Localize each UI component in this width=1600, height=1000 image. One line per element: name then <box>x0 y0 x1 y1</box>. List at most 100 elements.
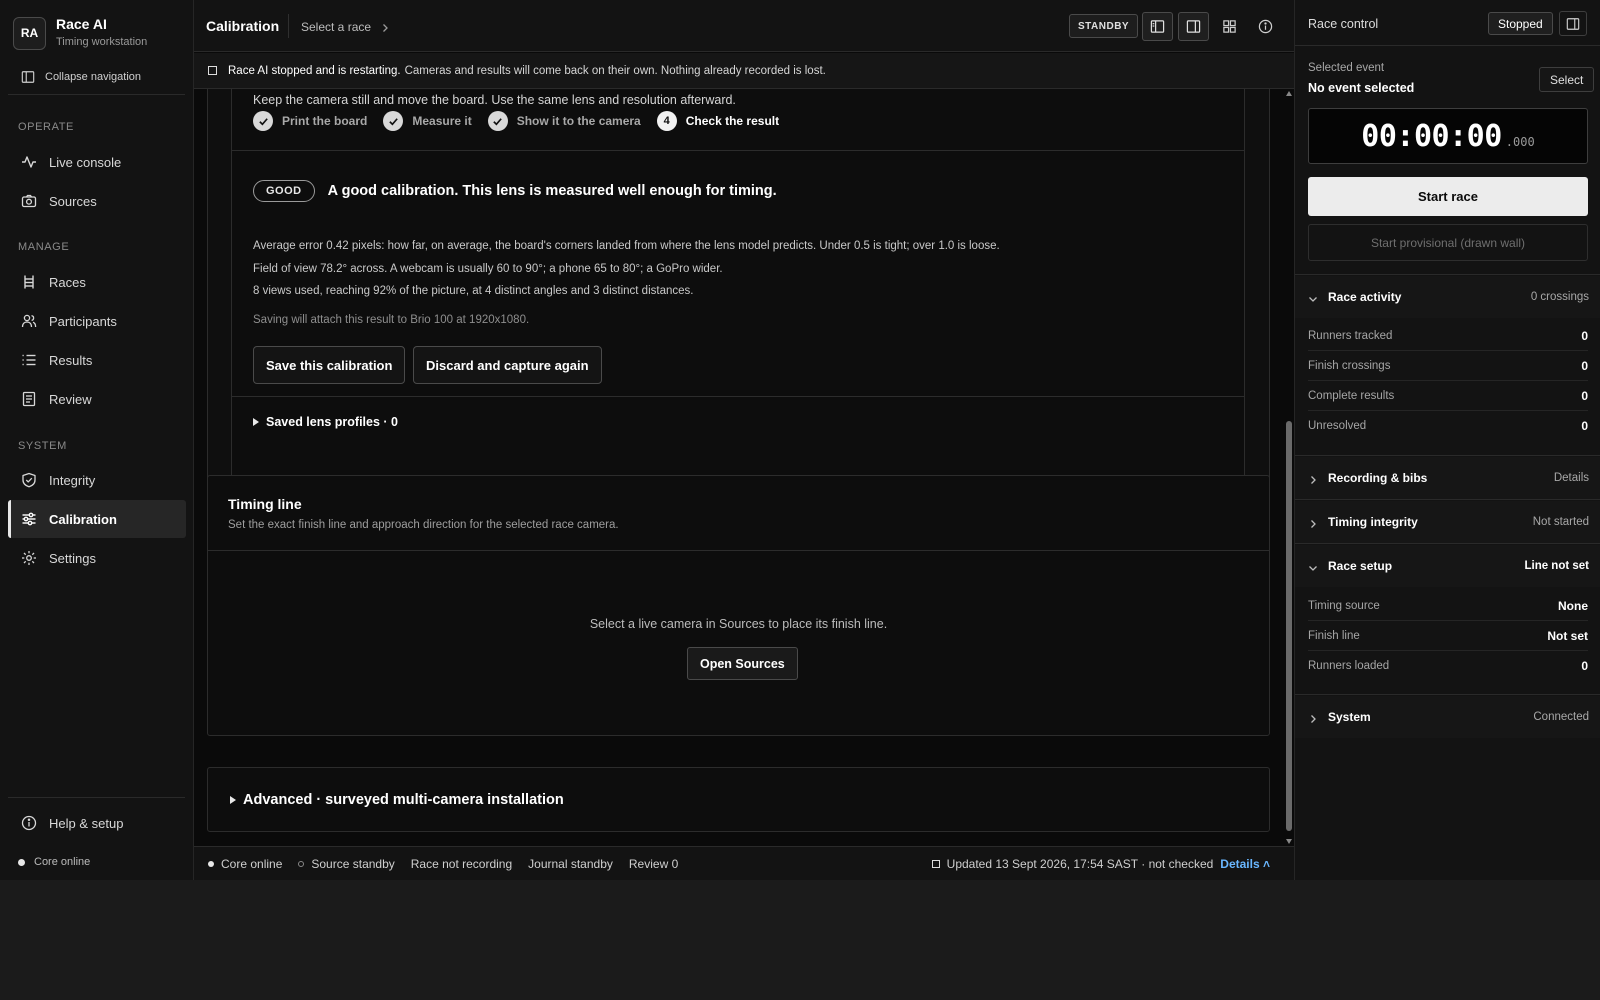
discard-capture-button[interactable]: Discard and capture again <box>413 346 602 384</box>
scrollbar-thumb[interactable] <box>1286 421 1292 831</box>
timing-line-empty-state: Select a live camera in Sources to place… <box>589 617 888 631</box>
section-label-system: SYSTEM <box>18 440 67 452</box>
list-icon <box>21 352 37 368</box>
status-details-link[interactable]: Details ˄ <box>1220 857 1270 871</box>
collapse-navigation-button[interactable]: Collapse navigation <box>21 70 141 84</box>
users-icon <box>21 313 37 329</box>
info-button[interactable] <box>1250 12 1281 41</box>
sidebar-item-label: Sources <box>49 193 97 209</box>
race-setup-section[interactable]: Race setup Line not set <box>1295 545 1600 587</box>
sidebar-item-label: Races <box>49 274 86 290</box>
open-sources-button[interactable]: Open Sources <box>687 647 798 680</box>
section-name: Timing integrity <box>1328 515 1418 529</box>
calibration-steps: Print the board Measure it Show it to th… <box>253 111 795 131</box>
status-recording: Race not recording <box>410 856 513 871</box>
info-circle-icon <box>1258 19 1273 34</box>
select-event-button[interactable]: Select <box>1539 67 1595 92</box>
check-icon <box>253 111 273 131</box>
status-updated-label: Updated 13 Sept 2026, 17:54 SAST · not c… <box>946 857 1214 871</box>
sidebar-item-results[interactable]: Results <box>8 341 186 379</box>
stat-row: Complete results 0 <box>1308 381 1588 411</box>
gear-icon <box>21 550 37 566</box>
advanced-installation-toggle[interactable]: Advanced · surveyed multi-camera install… <box>207 767 1270 832</box>
section-name: Race activity <box>1328 290 1402 304</box>
race-clock: 00:00:00 .000 <box>1308 108 1588 164</box>
panel-divider <box>1295 274 1600 275</box>
banner-headline: Race AI stopped and is restarting. <box>228 64 401 77</box>
race-selector[interactable]: Select a race <box>301 20 390 34</box>
saved-lens-profiles-toggle[interactable]: Saved lens profiles · 0 <box>253 415 398 429</box>
chevron-right-icon <box>380 22 390 32</box>
panel-divider <box>1295 694 1600 695</box>
status-dot-hollow-icon <box>298 860 305 867</box>
scroll-up-arrow-icon[interactable] <box>1286 91 1292 96</box>
section-meta: Not started <box>1532 516 1589 528</box>
toggle-left-panel-button[interactable] <box>1142 12 1173 41</box>
section-name: Race setup <box>1328 559 1393 573</box>
stat-label: Finish crossings <box>1308 359 1391 372</box>
step-print-board: Print the board <box>253 111 367 131</box>
stat-value: None <box>1558 598 1588 613</box>
collapse-race-control-button[interactable] <box>1559 11 1587 36</box>
sliders-icon <box>21 511 37 527</box>
stat-value: 0 <box>1581 388 1588 403</box>
sidebar-item-participants[interactable]: Participants <box>8 302 186 340</box>
section-name: System <box>1328 710 1371 724</box>
stat-label: Finish line <box>1308 629 1360 642</box>
step-check-result: 4 Check the result <box>656 111 779 131</box>
chevron-right-icon <box>1308 517 1318 528</box>
chevron-down-icon <box>1308 292 1318 302</box>
section-meta: Line not set <box>1524 560 1589 572</box>
shield-icon <box>21 472 37 488</box>
recording-bibs-section[interactable]: Recording & bibs Details <box>1295 457 1600 499</box>
metric-average-error: Average error 0.42 pixels: how far, on a… <box>253 240 1000 252</box>
result-title: A good calibration. This lens is measure… <box>327 183 777 199</box>
save-calibration-button[interactable]: Save this calibration <box>253 346 406 384</box>
sidebar-item-races[interactable]: Races <box>8 263 186 301</box>
status-core: Core online <box>208 857 282 871</box>
grid-icon <box>1222 19 1237 34</box>
sidebar-item-calibration[interactable]: Calibration <box>8 500 186 538</box>
standby-badge: STANDBY <box>1069 14 1139 38</box>
sidebar-item-sources[interactable]: Sources <box>8 182 186 220</box>
race-selector-label: Select a race <box>301 20 372 34</box>
step-label: Show it to the camera <box>516 114 641 128</box>
brand-title: Race AI <box>56 16 107 32</box>
brand: RA Race AI Timing workstation <box>13 16 147 50</box>
sidebar-item-label: Review <box>49 391 92 407</box>
system-section[interactable]: System Connected <box>1295 696 1600 738</box>
race-control-title: Race control <box>1308 17 1379 31</box>
toggle-right-panel-button[interactable] <box>1178 12 1209 41</box>
sidebar-item-label: Settings <box>49 550 96 566</box>
start-race-button[interactable]: Start race <box>1308 177 1588 216</box>
section-meta: Details <box>1553 472 1589 484</box>
panel-left-icon <box>1150 19 1165 34</box>
scroll-down-arrow-icon[interactable] <box>1286 839 1292 844</box>
stat-value: 0 <box>1581 419 1588 433</box>
sidebar-item-live-console[interactable]: Live console <box>8 143 186 181</box>
grid-view-button[interactable] <box>1214 12 1245 41</box>
ladder-icon <box>21 274 37 290</box>
main-content[interactable]: Keep the camera still and move the board… <box>194 89 1284 846</box>
start-provisional-button[interactable]: Start provisional (drawn wall) <box>1308 224 1588 261</box>
panel-divider <box>1295 499 1600 500</box>
sidebar-divider <box>8 797 185 798</box>
sidebar: RA Race AI Timing workstation Collapse n… <box>0 0 194 880</box>
check-icon <box>487 111 508 131</box>
sidebar-item-integrity[interactable]: Integrity <box>8 461 186 499</box>
restart-banner: Race AI stopped and is restarting. Camer… <box>194 53 1294 89</box>
main-scrollbar[interactable] <box>1285 89 1293 846</box>
stat-value: 0 <box>1581 659 1588 673</box>
section-label-manage: MANAGE <box>18 241 70 253</box>
sidebar-item-label: Results <box>49 352 93 368</box>
chevron-right-icon <box>1308 473 1318 484</box>
race-activity-section[interactable]: Race activity 0 crossings <box>1295 276 1600 318</box>
selected-event-value: No event selected <box>1308 81 1415 95</box>
panel-right-icon <box>1186 19 1201 34</box>
sidebar-item-review[interactable]: Review <box>8 380 186 418</box>
stat-value: 0 <box>1581 328 1588 343</box>
timing-integrity-section[interactable]: Timing integrity Not started <box>1295 501 1600 543</box>
status-updated: Updated 13 Sept 2026, 17:54 SAST · not c… <box>931 847 1270 881</box>
help-setup-link[interactable]: Help & setup <box>21 815 123 831</box>
sidebar-item-settings[interactable]: Settings <box>8 539 186 577</box>
